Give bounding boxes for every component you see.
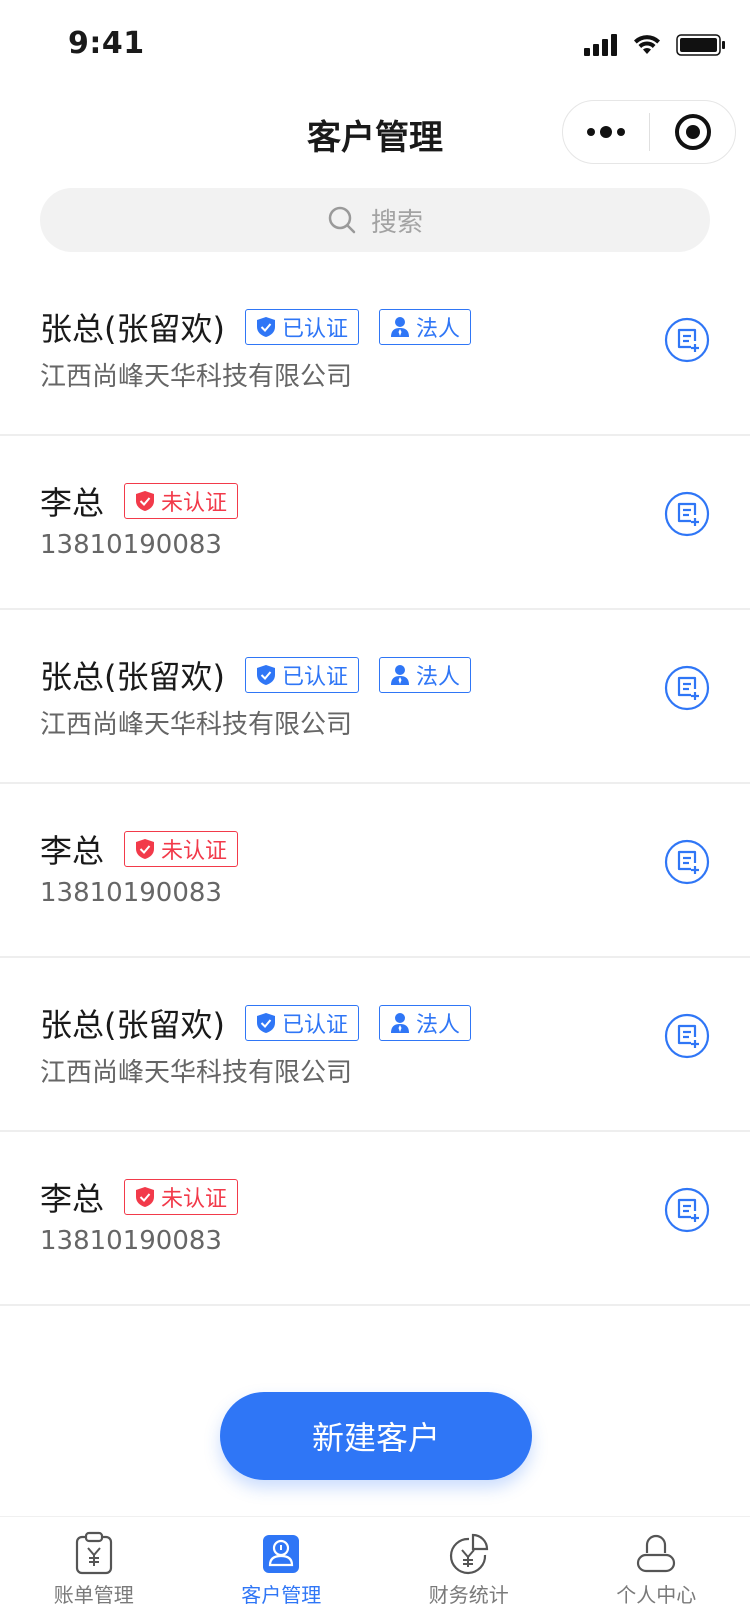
customer-row[interactable]: 李总 未认证 13810190083: [0, 436, 750, 610]
shield-check-icon: [256, 665, 275, 685]
unverified-label: 未认证: [161, 1187, 228, 1212]
battery-icon: [676, 34, 725, 56]
customer-name: 张总(张留欢): [40, 1006, 225, 1044]
bill-icon: [75, 1531, 112, 1575]
wifi-icon: [634, 35, 660, 54]
verified-badge: 已认证: [244, 657, 359, 693]
legal-person-label: 法人: [416, 665, 461, 690]
person-icon: [391, 665, 409, 685]
unverified-badge: 未认证: [124, 831, 239, 867]
verified-label: 已认证: [281, 317, 348, 342]
shield-check-icon: [136, 1187, 155, 1207]
legal-person-badge: 法人: [379, 1005, 472, 1041]
customer-company: 江西尚峰天华科技有限公司: [40, 710, 353, 740]
tab-finance[interactable]: 财务统计: [375, 1517, 563, 1624]
legal-person-badge: 法人: [379, 657, 472, 693]
customer-phone: 13810190083: [40, 530, 222, 560]
tab-label: 客户管理: [241, 1583, 322, 1607]
customer-name: 张总(张留欢): [40, 658, 225, 696]
verified-label: 已认证: [281, 1013, 348, 1038]
legal-person-label: 法人: [416, 1013, 461, 1038]
shield-check-icon: [136, 839, 155, 859]
verified-label: 已认证: [281, 665, 348, 690]
search-icon: [328, 206, 356, 234]
tab-bills[interactable]: 账单管理: [0, 1517, 188, 1624]
shield-check-icon: [256, 1013, 275, 1033]
verified-badge: 已认证: [244, 1005, 359, 1041]
tab-label: 账单管理: [53, 1583, 134, 1607]
target-close-icon: [674, 114, 711, 150]
person-icon: [391, 317, 409, 337]
new-customer-button[interactable]: 新建客户: [220, 1392, 532, 1480]
add-record-icon[interactable]: [664, 317, 710, 363]
shield-check-icon: [136, 491, 155, 511]
verified-badge: 已认证: [244, 309, 359, 345]
customer-company: 江西尚峰天华科技有限公司: [40, 362, 353, 392]
customer-icon: [263, 1535, 300, 1573]
add-record-icon[interactable]: [664, 1013, 710, 1059]
search-placeholder: 搜索: [370, 207, 423, 238]
customer-company: 江西尚峰天华科技有限公司: [40, 1058, 353, 1088]
person-icon: [391, 1013, 409, 1033]
customer-name: 李总: [40, 832, 105, 870]
customer-row[interactable]: 张总(张留欢) 已认证 法人 江西尚峰天华科技有限公司: [0, 958, 750, 1132]
customer-name: 张总(张留欢): [40, 310, 225, 348]
customer-row[interactable]: 李总 未认证 13810190083: [0, 784, 750, 958]
tab-profile[interactable]: 个人中心: [563, 1517, 750, 1624]
unverified-label: 未认证: [161, 491, 228, 516]
tab-bar: 账单管理 客户管理 财务统计 个人中心: [0, 1516, 750, 1624]
customer-phone: 13810190083: [40, 1226, 222, 1256]
search-input[interactable]: 搜索: [40, 188, 710, 252]
customer-phone: 13810190083: [40, 878, 222, 908]
unverified-badge: 未认证: [124, 483, 239, 519]
profile-icon: [637, 1534, 676, 1573]
tab-label: 财务统计: [428, 1583, 509, 1607]
add-record-icon[interactable]: [664, 665, 710, 711]
navigation-bar: 客户管理: [0, 88, 750, 176]
status-bar: 9:41: [0, 0, 750, 88]
signal-icon: [584, 34, 617, 56]
close-button[interactable]: [650, 101, 735, 163]
add-record-icon[interactable]: [664, 491, 710, 537]
legal-person-badge: 法人: [379, 309, 472, 345]
tab-customers[interactable]: 客户管理: [188, 1517, 376, 1624]
add-record-icon[interactable]: [664, 1187, 710, 1233]
shield-check-icon: [256, 317, 275, 337]
unverified-badge: 未认证: [124, 1179, 239, 1215]
more-button[interactable]: [563, 101, 649, 163]
status-time: 9:41: [68, 26, 145, 61]
tab-label: 个人中心: [616, 1583, 697, 1607]
finance-icon: [449, 1533, 488, 1575]
unverified-label: 未认证: [161, 839, 228, 864]
mini-program-capsule: [562, 100, 736, 164]
add-record-icon[interactable]: [664, 839, 710, 885]
legal-person-label: 法人: [416, 317, 461, 342]
customer-row[interactable]: 李总 未认证 13810190083: [0, 1132, 750, 1306]
customer-name: 李总: [40, 484, 105, 522]
customer-row[interactable]: 张总(张留欢) 已认证 法人 江西尚峰天华科技有限公司: [0, 610, 750, 784]
more-dots-icon: [587, 126, 625, 138]
customer-list: 张总(张留欢) 已认证 法人 江西尚峰天华科技有限公司 李总 未认证 13810…: [0, 262, 750, 1306]
status-icons: [584, 34, 726, 56]
customer-row[interactable]: 张总(张留欢) 已认证 法人 江西尚峰天华科技有限公司: [0, 262, 750, 436]
customer-name: 李总: [40, 1180, 105, 1218]
